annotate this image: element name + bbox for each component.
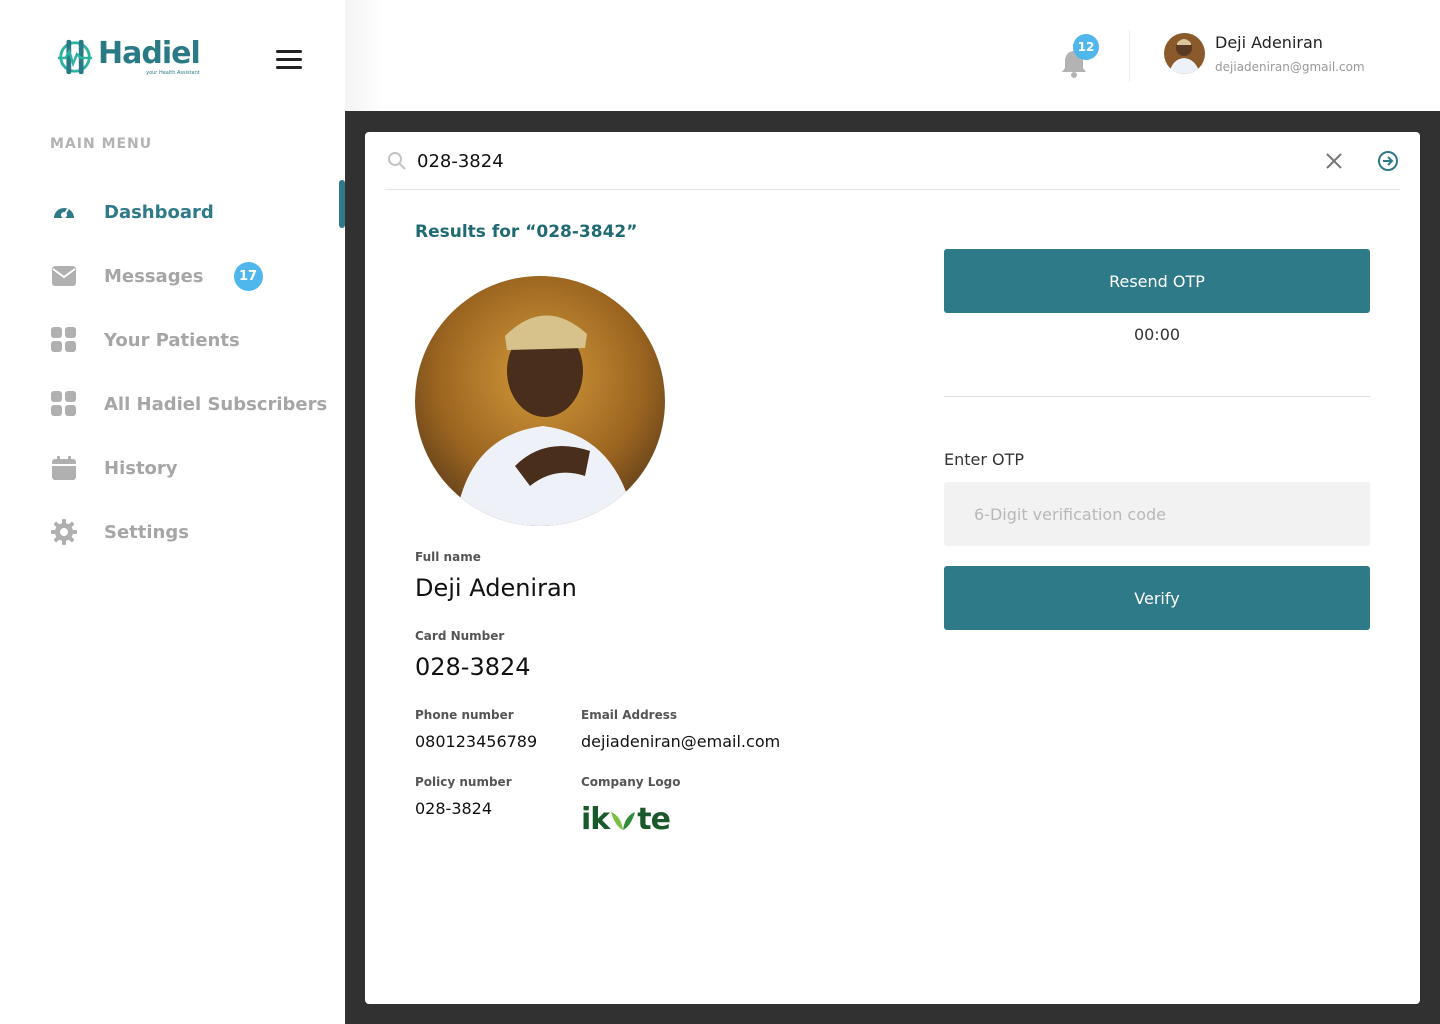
patient-photo <box>415 276 665 526</box>
calendar-icon <box>50 454 78 482</box>
policy-number-value: 028-3824 <box>415 799 493 818</box>
phone-number-label: Phone number <box>415 708 514 722</box>
sidebar-item-history[interactable]: History <box>50 436 345 500</box>
card-number-label: Card Number <box>415 629 505 643</box>
sidebar-item-your-patients[interactable]: Your Patients <box>50 308 345 372</box>
main-menu-heading: MAIN MENU <box>50 136 153 152</box>
email-address-value: dejiadeniran@email.com <box>581 732 781 751</box>
envelope-icon <box>50 262 78 290</box>
grid-icon <box>50 390 78 418</box>
dashboard-gauge-icon <box>50 198 78 226</box>
sidebar-item-label: Messages <box>104 265 204 287</box>
resend-otp-button[interactable]: Resend OTP <box>944 249 1370 313</box>
search-icon <box>388 152 406 170</box>
sidebar-item-label: Dashboard <box>104 201 214 223</box>
sidebar-nav: Dashboard Messages 17 Your Patients All … <box>50 180 345 564</box>
user-name: Deji Adeniran <box>1215 33 1323 52</box>
sidebar-item-label: All Hadiel Subscribers <box>104 393 328 415</box>
clear-search-icon[interactable] <box>1324 151 1344 171</box>
full-name-value: Deji Adeniran <box>415 574 577 602</box>
user-email: dejiadeniran@gmail.com <box>1215 60 1365 74</box>
hamburger-menu-icon[interactable] <box>276 50 302 70</box>
sidebar-item-dashboard[interactable]: Dashboard <box>50 180 345 244</box>
results-title: Results for “028-3842” <box>415 222 638 242</box>
logo-mark-icon <box>57 39 93 75</box>
sidebar-item-label: History <box>104 457 178 479</box>
sidebar-item-label: Settings <box>104 521 189 543</box>
card-number-value: 028-3824 <box>415 653 531 681</box>
sidebar-item-messages[interactable]: Messages 17 <box>50 244 345 308</box>
email-address-label: Email Address <box>581 708 678 722</box>
sidebar-item-all-subscribers[interactable]: All Hadiel Subscribers <box>50 372 345 436</box>
search-bar <box>385 132 1400 190</box>
verify-button[interactable]: Verify <box>944 566 1370 630</box>
phone-number-value: 080123456789 <box>415 732 538 751</box>
enter-otp-label: Enter OTP <box>944 450 1025 469</box>
submit-search-arrow-icon[interactable] <box>1377 150 1399 172</box>
gear-icon <box>50 518 78 546</box>
header-divider <box>1129 30 1130 82</box>
notification-count-badge: 12 <box>1073 34 1099 60</box>
company-logo-label: Company Logo <box>581 775 681 789</box>
company-logo-text-left: ik <box>581 802 610 837</box>
sidebar-item-label: Your Patients <box>104 329 240 351</box>
messages-count-badge: 17 <box>233 261 263 291</box>
full-name-label: Full name <box>415 550 481 564</box>
brand-logo[interactable]: Hadiel your Health Assistant <box>56 35 201 76</box>
sidebar-item-settings[interactable]: Settings <box>50 500 345 564</box>
company-logo: ik te <box>581 802 671 837</box>
leaf-icon <box>611 811 636 830</box>
sidebar: Hadiel your Health Assistant MAIN MENU D… <box>0 0 345 1024</box>
search-input[interactable] <box>417 146 1297 176</box>
header-shadow <box>345 0 385 111</box>
otp-timer: 00:00 <box>1133 325 1181 344</box>
otp-input[interactable] <box>944 482 1370 546</box>
brand-name: Hadiel <box>98 35 201 71</box>
company-logo-text-right: te <box>637 802 671 837</box>
user-avatar[interactable] <box>1164 33 1205 74</box>
policy-number-label: Policy number <box>415 775 512 789</box>
grid-icon <box>50 326 78 354</box>
top-header <box>345 0 1440 111</box>
otp-divider <box>944 396 1370 397</box>
